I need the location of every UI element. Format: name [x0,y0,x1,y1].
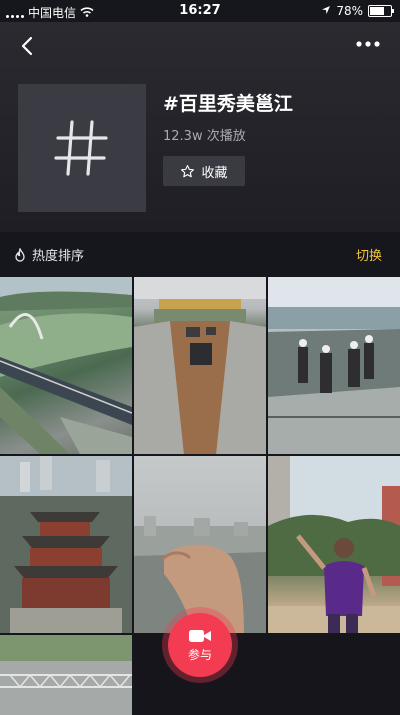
hashtag-icon [54,120,108,176]
back-button[interactable] [14,32,42,60]
favorite-label: 收藏 [201,165,228,181]
star-icon [181,164,195,177]
battery-icon [368,5,394,17]
favorite-button[interactable]: 收藏 [163,156,245,186]
woman-dancing-thumbnail [268,456,400,633]
topic-cover [18,84,146,212]
video-tile-woman-dancing[interactable] [268,456,400,633]
flame-icon [15,247,25,262]
pagoda-thumbnail [0,456,132,633]
sort-bar: 热度排序 切换 [0,232,400,276]
join-button-inner: 参与 [168,613,232,677]
location-icon [321,4,331,18]
camera-icon [189,629,211,642]
join-button[interactable]: 参与 [162,607,238,683]
join-label: 参与 [187,647,212,662]
sort-by-popularity[interactable]: 热度排序 [14,245,84,264]
topic-header: #百里秀美邕江 12.3w 次播放 收藏 [0,22,400,232]
video-tile-steel-bridge[interactable] [0,635,132,715]
battery-percent: 78% [336,4,363,18]
status-right: 78% [321,4,394,18]
more-dots-icon [356,41,380,47]
video-tile-empty-2 [268,635,400,715]
aerial-bridge-thumbnail [0,277,132,454]
play-count: 12.3w 次播放 [163,129,246,144]
more-button[interactable] [354,34,382,54]
topic-title: #百里秀美邕江 [163,93,293,115]
workers-dam-thumbnail [268,277,400,454]
video-tile-workers-dam[interactable] [268,277,400,454]
video-tile-pagoda[interactable] [0,456,132,633]
steel-bridge-thumbnail [0,635,132,715]
video-tile-aerial-bridge[interactable] [0,277,132,454]
ship-lock-thumbnail [134,277,266,454]
back-arrow-icon [21,36,33,56]
switch-sort-button[interactable]: 切换 [356,245,382,264]
video-tile-ship-lock[interactable] [134,277,266,454]
sort-label: 热度排序 [32,249,85,264]
status-bar: 中国电信 16:27 78% [0,0,400,22]
